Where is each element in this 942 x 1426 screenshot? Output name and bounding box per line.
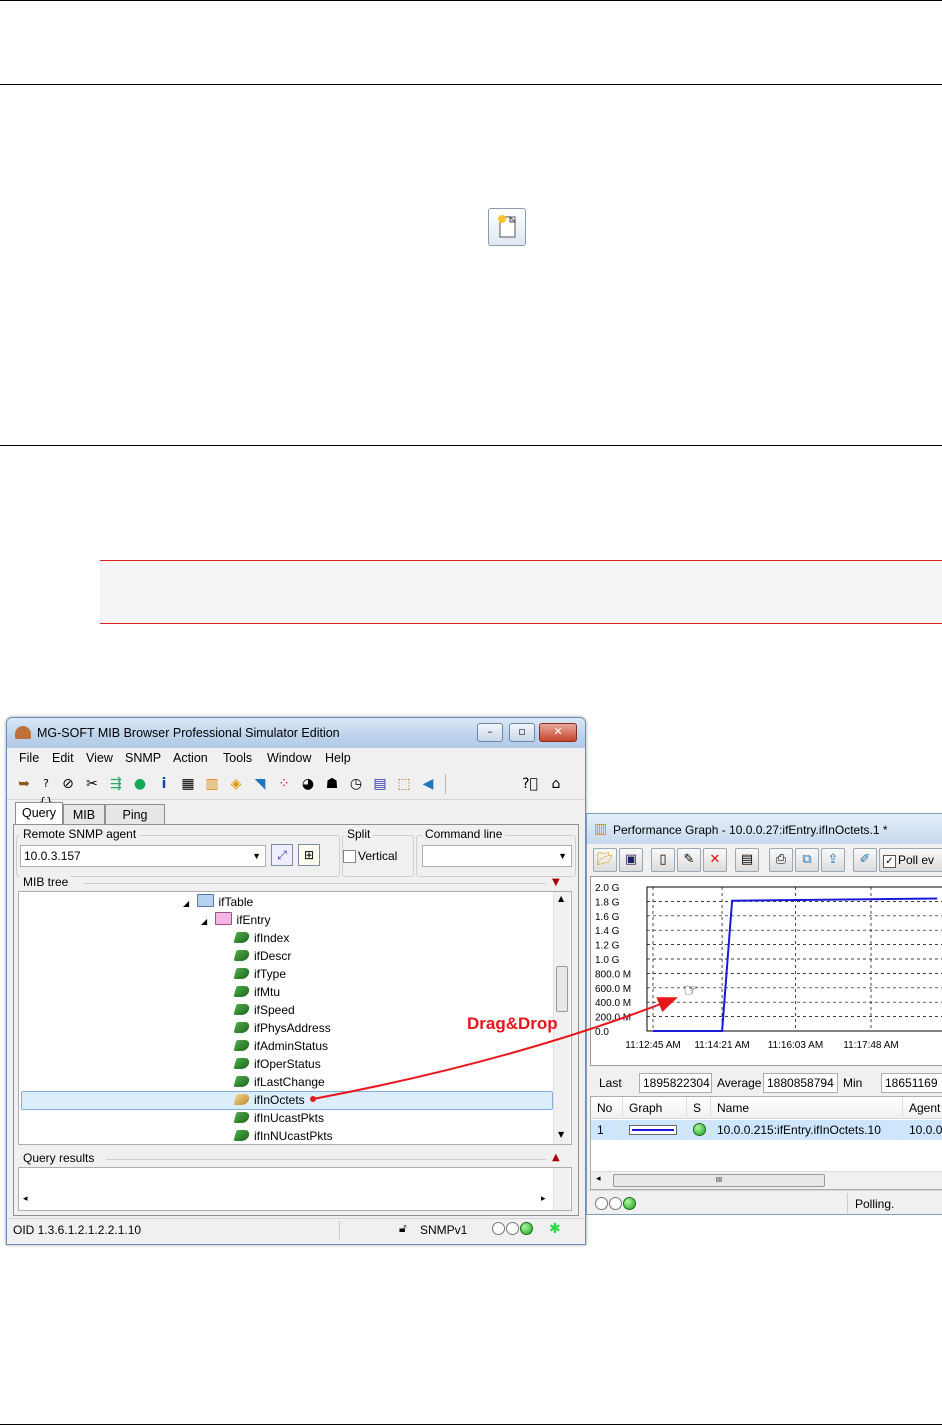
footer-rule xyxy=(0,1424,942,1425)
drag-drop-label: Drag&Drop xyxy=(467,1014,558,1033)
drag-drop-arrow xyxy=(310,997,678,1102)
drag-cursor-icon: ☞ xyxy=(683,980,700,1001)
